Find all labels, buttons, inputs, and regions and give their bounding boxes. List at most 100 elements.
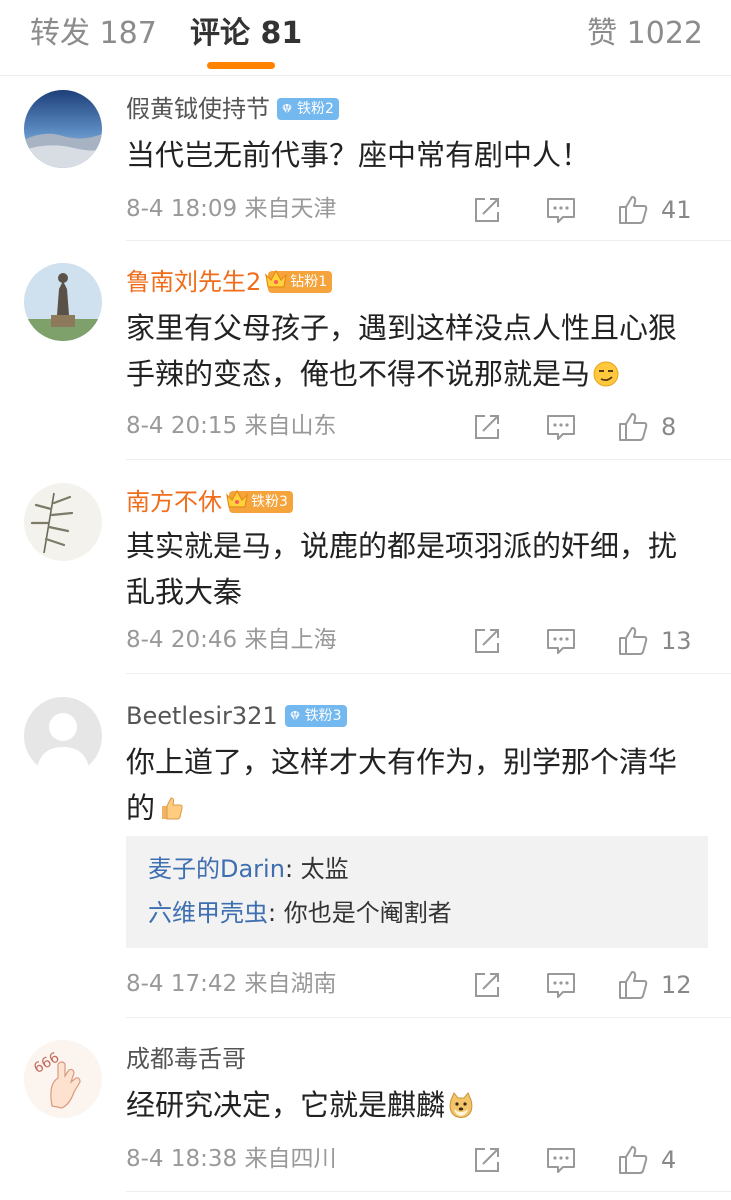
like-button[interactable]: 8	[617, 407, 676, 447]
avatar-image: 666	[24, 1040, 102, 1118]
share-icon	[475, 198, 499, 222]
thumbs-up-icon	[619, 627, 648, 655]
comment-meta: 8-4 20:46 来自上海	[126, 623, 336, 657]
crown-icon	[265, 269, 288, 288]
reply-text: 你也是个阉割者	[283, 899, 452, 927]
comment-location: 来自天津	[244, 196, 337, 222]
doge-emoji-icon	[449, 1092, 473, 1118]
reply-username[interactable]: 六维甲壳虫	[148, 899, 268, 927]
fan-badge-label: 铁粉3	[251, 494, 288, 510]
thumbs-up-icon	[619, 413, 648, 441]
comment-time: 8-4 20:15	[126, 413, 238, 439]
comment-actions: 4	[471, 1140, 731, 1180]
smirk-emoji-icon	[593, 361, 619, 387]
comment-text-body: 你上道了，这样才大有作为，别学那个清华 的	[126, 745, 678, 825]
user-line: 成都毒舌哥	[126, 1040, 246, 1078]
comment-meta: 8-4 20:15 来自山东	[126, 409, 336, 443]
share-button[interactable]	[471, 621, 503, 661]
divider	[126, 240, 731, 241]
comment-time: 8-4 18:38	[126, 1146, 238, 1172]
active-tab-indicator	[207, 62, 275, 69]
fan-badge[interactable]: 钻粉1	[265, 269, 333, 293]
comment-text: 经研究决定，它就是麒麟	[126, 1082, 716, 1128]
tab-likes[interactable]: 赞 1022	[587, 14, 703, 54]
like-button[interactable]: 13	[617, 621, 692, 661]
comment-location: 来自四川	[244, 1146, 337, 1172]
comment-time: 8-4 18:09	[126, 196, 238, 222]
avatar[interactable]: 666	[24, 1040, 102, 1118]
user-line: 南方不休 铁粉3	[126, 483, 293, 521]
comment-location: 来自上海	[244, 627, 337, 653]
comment-location: 来自湖南	[244, 971, 337, 997]
share-button[interactable]	[471, 965, 503, 1005]
avatar-image	[24, 483, 102, 561]
crown-icon	[226, 489, 248, 508]
avatar-image	[24, 90, 102, 168]
reply-item[interactable]: 麦子的Darin: 太监	[148, 854, 349, 884]
divider	[126, 1017, 731, 1018]
comment-actions: 13	[471, 621, 731, 661]
fan-badge-label: 铁粉3	[304, 708, 342, 724]
reply-preview-box[interactable]: 麦子的Darin: 太监 六维甲壳虫: 你也是个阉割者	[126, 836, 708, 948]
fan-badge[interactable]: 铁粉3	[226, 489, 293, 513]
username[interactable]: 假黄钺使持节	[126, 94, 270, 124]
default-avatar-icon	[24, 697, 102, 775]
like-button[interactable]: 4	[617, 1140, 676, 1180]
tab-comments[interactable]: 评论 81	[190, 14, 302, 54]
comment-time: 8-4 20:46	[126, 627, 238, 653]
fan-badge-label: 铁粉2	[297, 101, 334, 117]
divider	[126, 1191, 731, 1192]
comment-tab-bar: 转发 187 评论 81 赞 1022	[0, 0, 731, 76]
comment-actions: 12	[471, 965, 731, 1005]
comment-icon	[547, 629, 575, 654]
like-count: 8	[661, 413, 677, 441]
reply-button[interactable]	[545, 965, 577, 1005]
like-count: 12	[661, 971, 692, 999]
user-line: 鲁南刘先生2 钻粉1	[126, 263, 333, 301]
divider	[126, 673, 731, 674]
thumbs-up-icon	[619, 1146, 648, 1174]
fan-badge[interactable]: 铁粉3	[284, 705, 347, 727]
reply-button[interactable]	[545, 1140, 577, 1180]
comment-text: 其实就是马，说鹿的都是项羽派的奸细，扰 乱我大秦	[126, 529, 678, 609]
avatar[interactable]	[24, 483, 102, 561]
like-button[interactable]: 12	[617, 965, 692, 1005]
share-icon	[475, 1148, 499, 1172]
reply-button[interactable]	[545, 190, 577, 230]
share-button[interactable]	[471, 407, 503, 447]
fan-badge-label: 钻粉1	[290, 274, 328, 290]
avatar[interactable]	[24, 90, 102, 168]
comment-icon	[547, 198, 575, 223]
reply-item[interactable]: 六维甲壳虫: 你也是个阉割者	[148, 898, 452, 928]
diamond-gem-icon	[282, 103, 292, 115]
like-button[interactable]: 41	[617, 190, 692, 230]
username[interactable]: 成都毒舌哥	[126, 1044, 246, 1074]
reply-username[interactable]: 麦子的Darin	[148, 855, 285, 883]
reply-button[interactable]	[545, 621, 577, 661]
user-line: 假黄钺使持节 铁粉2	[126, 90, 339, 128]
like-count: 4	[661, 1146, 677, 1174]
avatar[interactable]	[24, 697, 102, 775]
comment-icon	[547, 973, 575, 998]
username[interactable]: Beetlesir321	[126, 701, 278, 731]
share-button[interactable]	[471, 1140, 503, 1180]
share-icon	[475, 629, 499, 653]
username[interactable]: 鲁南刘先生2	[126, 267, 261, 297]
reply-separator: :	[284, 855, 301, 883]
avatar[interactable]	[24, 263, 102, 341]
share-button[interactable]	[471, 190, 503, 230]
fan-badge[interactable]: 铁粉2	[277, 98, 339, 120]
share-icon	[475, 415, 499, 439]
thumbs-up-icon	[619, 971, 648, 999]
comment-time: 8-4 17:42	[126, 971, 238, 997]
tab-reposts[interactable]: 转发 187	[30, 14, 157, 54]
share-icon	[475, 973, 499, 997]
reply-button[interactable]	[545, 407, 577, 447]
comment-meta: 8-4 18:38 来自四川	[126, 1142, 336, 1176]
reply-text: 太监	[300, 855, 349, 883]
comment-actions: 8	[471, 407, 731, 447]
username[interactable]: 南方不休	[126, 487, 222, 517]
comment-icon	[547, 1148, 575, 1173]
diamond-gem-icon	[289, 710, 300, 722]
like-count: 13	[661, 627, 692, 655]
